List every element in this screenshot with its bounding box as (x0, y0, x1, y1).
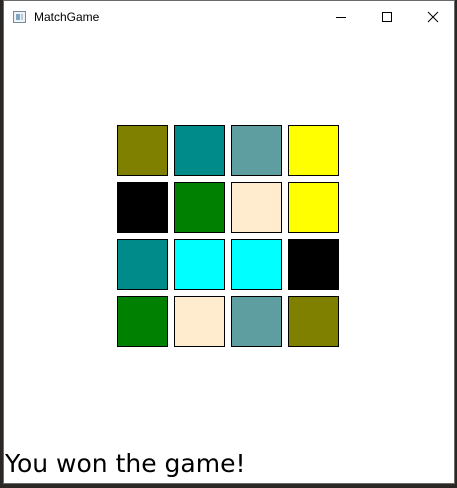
tile-r3-c2[interactable] (174, 239, 225, 290)
maximize-button[interactable] (364, 1, 410, 33)
tile-r2-c2[interactable] (174, 182, 225, 233)
tile-r1-c4[interactable] (288, 125, 339, 176)
tile-r2-c3[interactable] (231, 182, 282, 233)
maximize-icon (382, 12, 392, 22)
matchgame-window: MatchGame You won the game! (3, 0, 455, 484)
tile-r1-c2[interactable] (174, 125, 225, 176)
tile-r4-c4[interactable] (288, 296, 339, 347)
tile-r2-c1[interactable] (117, 182, 168, 233)
close-icon (427, 11, 439, 23)
title-bar[interactable]: MatchGame (4, 1, 454, 33)
minimize-button[interactable] (318, 1, 364, 33)
tile-r4-c1[interactable] (117, 296, 168, 347)
window-title: MatchGame (34, 10, 100, 24)
tile-r3-c3[interactable] (231, 239, 282, 290)
game-board (117, 125, 345, 353)
tile-r1-c3[interactable] (231, 125, 282, 176)
tile-r4-c2[interactable] (174, 296, 225, 347)
tile-r2-c4[interactable] (288, 182, 339, 233)
tile-r3-c4[interactable] (288, 239, 339, 290)
minimize-icon (336, 17, 346, 18)
app-window-icon[interactable] (13, 11, 26, 23)
status-message: You won the game! (5, 449, 246, 478)
tile-r1-c1[interactable] (117, 125, 168, 176)
close-button[interactable] (410, 1, 454, 33)
tile-r3-c1[interactable] (117, 239, 168, 290)
tile-r4-c3[interactable] (231, 296, 282, 347)
